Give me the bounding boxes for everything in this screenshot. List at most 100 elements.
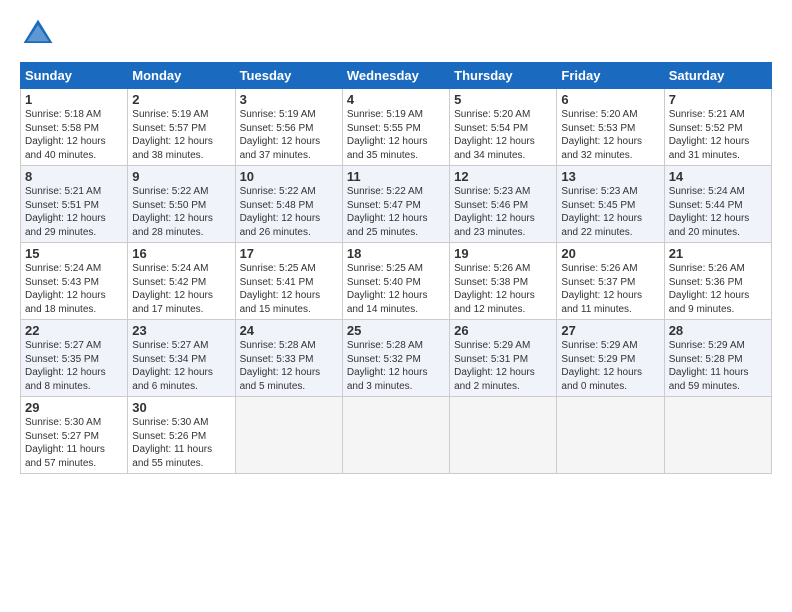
calendar-day-cell: 4 Sunrise: 5:19 AM Sunset: 5:55 PM Dayli… (342, 89, 449, 166)
calendar-day-cell: 6 Sunrise: 5:20 AM Sunset: 5:53 PM Dayli… (557, 89, 664, 166)
day-number: 5 (454, 92, 552, 107)
calendar-day-cell: 19 Sunrise: 5:26 AM Sunset: 5:38 PM Dayl… (450, 243, 557, 320)
day-info: Sunrise: 5:24 AM Sunset: 5:43 PM Dayligh… (25, 262, 123, 316)
calendar-day-cell: 30 Sunrise: 5:30 AM Sunset: 5:26 PM Dayl… (128, 397, 235, 474)
calendar-day-cell: 16 Sunrise: 5:24 AM Sunset: 5:42 PM Dayl… (128, 243, 235, 320)
day-number: 22 (25, 323, 123, 338)
day-info: Sunrise: 5:30 AM Sunset: 5:27 PM Dayligh… (25, 416, 123, 470)
day-number: 8 (25, 169, 123, 184)
day-info: Sunrise: 5:29 AM Sunset: 5:31 PM Dayligh… (454, 339, 552, 393)
day-number: 27 (561, 323, 659, 338)
calendar-week-row: 1 Sunrise: 5:18 AM Sunset: 5:58 PM Dayli… (21, 89, 772, 166)
day-info: Sunrise: 5:21 AM Sunset: 5:51 PM Dayligh… (25, 185, 123, 239)
day-info: Sunrise: 5:24 AM Sunset: 5:44 PM Dayligh… (669, 185, 767, 239)
day-number: 23 (132, 323, 230, 338)
day-info: Sunrise: 5:23 AM Sunset: 5:46 PM Dayligh… (454, 185, 552, 239)
calendar-day-cell: 24 Sunrise: 5:28 AM Sunset: 5:33 PM Dayl… (235, 320, 342, 397)
day-number: 17 (240, 246, 338, 261)
calendar-day-cell: 26 Sunrise: 5:29 AM Sunset: 5:31 PM Dayl… (450, 320, 557, 397)
day-number: 26 (454, 323, 552, 338)
day-info: Sunrise: 5:20 AM Sunset: 5:54 PM Dayligh… (454, 108, 552, 162)
page: SundayMondayTuesdayWednesdayThursdayFrid… (0, 0, 792, 484)
calendar-day-cell: 2 Sunrise: 5:19 AM Sunset: 5:57 PM Dayli… (128, 89, 235, 166)
calendar-day-cell: 7 Sunrise: 5:21 AM Sunset: 5:52 PM Dayli… (664, 89, 771, 166)
day-number: 12 (454, 169, 552, 184)
weekday-header: Tuesday (235, 63, 342, 89)
day-info: Sunrise: 5:26 AM Sunset: 5:36 PM Dayligh… (669, 262, 767, 316)
day-number: 29 (25, 400, 123, 415)
day-number: 28 (669, 323, 767, 338)
calendar-day-cell: 17 Sunrise: 5:25 AM Sunset: 5:41 PM Dayl… (235, 243, 342, 320)
header (20, 16, 772, 52)
day-info: Sunrise: 5:23 AM Sunset: 5:45 PM Dayligh… (561, 185, 659, 239)
day-number: 20 (561, 246, 659, 261)
day-info: Sunrise: 5:25 AM Sunset: 5:40 PM Dayligh… (347, 262, 445, 316)
calendar-day-cell: 23 Sunrise: 5:27 AM Sunset: 5:34 PM Dayl… (128, 320, 235, 397)
weekday-header: Sunday (21, 63, 128, 89)
calendar-day-cell: 14 Sunrise: 5:24 AM Sunset: 5:44 PM Dayl… (664, 166, 771, 243)
calendar-day-cell: 25 Sunrise: 5:28 AM Sunset: 5:32 PM Dayl… (342, 320, 449, 397)
day-number: 4 (347, 92, 445, 107)
day-info: Sunrise: 5:22 AM Sunset: 5:50 PM Dayligh… (132, 185, 230, 239)
day-info: Sunrise: 5:19 AM Sunset: 5:55 PM Dayligh… (347, 108, 445, 162)
day-info: Sunrise: 5:22 AM Sunset: 5:47 PM Dayligh… (347, 185, 445, 239)
weekday-header: Monday (128, 63, 235, 89)
day-number: 16 (132, 246, 230, 261)
logo-icon (20, 16, 56, 52)
calendar-day-cell: 10 Sunrise: 5:22 AM Sunset: 5:48 PM Dayl… (235, 166, 342, 243)
day-number: 15 (25, 246, 123, 261)
calendar-day-cell (342, 397, 449, 474)
day-number: 25 (347, 323, 445, 338)
calendar-week-row: 22 Sunrise: 5:27 AM Sunset: 5:35 PM Dayl… (21, 320, 772, 397)
day-number: 30 (132, 400, 230, 415)
calendar-day-cell: 15 Sunrise: 5:24 AM Sunset: 5:43 PM Dayl… (21, 243, 128, 320)
day-info: Sunrise: 5:20 AM Sunset: 5:53 PM Dayligh… (561, 108, 659, 162)
day-number: 7 (669, 92, 767, 107)
calendar-day-cell (450, 397, 557, 474)
logo (20, 16, 60, 52)
calendar-day-cell: 12 Sunrise: 5:23 AM Sunset: 5:46 PM Dayl… (450, 166, 557, 243)
calendar-header-row: SundayMondayTuesdayWednesdayThursdayFrid… (21, 63, 772, 89)
weekday-header: Friday (557, 63, 664, 89)
day-number: 11 (347, 169, 445, 184)
weekday-header: Saturday (664, 63, 771, 89)
day-info: Sunrise: 5:26 AM Sunset: 5:37 PM Dayligh… (561, 262, 659, 316)
day-info: Sunrise: 5:29 AM Sunset: 5:29 PM Dayligh… (561, 339, 659, 393)
calendar-day-cell: 3 Sunrise: 5:19 AM Sunset: 5:56 PM Dayli… (235, 89, 342, 166)
calendar-day-cell (664, 397, 771, 474)
day-number: 18 (347, 246, 445, 261)
day-info: Sunrise: 5:27 AM Sunset: 5:34 PM Dayligh… (132, 339, 230, 393)
day-number: 3 (240, 92, 338, 107)
day-number: 24 (240, 323, 338, 338)
day-info: Sunrise: 5:29 AM Sunset: 5:28 PM Dayligh… (669, 339, 767, 393)
calendar-day-cell: 5 Sunrise: 5:20 AM Sunset: 5:54 PM Dayli… (450, 89, 557, 166)
day-info: Sunrise: 5:24 AM Sunset: 5:42 PM Dayligh… (132, 262, 230, 316)
calendar-day-cell: 13 Sunrise: 5:23 AM Sunset: 5:45 PM Dayl… (557, 166, 664, 243)
calendar-day-cell: 11 Sunrise: 5:22 AM Sunset: 5:47 PM Dayl… (342, 166, 449, 243)
day-number: 14 (669, 169, 767, 184)
day-number: 10 (240, 169, 338, 184)
day-number: 21 (669, 246, 767, 261)
day-number: 19 (454, 246, 552, 261)
day-info: Sunrise: 5:28 AM Sunset: 5:33 PM Dayligh… (240, 339, 338, 393)
day-info: Sunrise: 5:18 AM Sunset: 5:58 PM Dayligh… (25, 108, 123, 162)
calendar-day-cell: 27 Sunrise: 5:29 AM Sunset: 5:29 PM Dayl… (557, 320, 664, 397)
day-info: Sunrise: 5:19 AM Sunset: 5:57 PM Dayligh… (132, 108, 230, 162)
day-info: Sunrise: 5:19 AM Sunset: 5:56 PM Dayligh… (240, 108, 338, 162)
day-info: Sunrise: 5:21 AM Sunset: 5:52 PM Dayligh… (669, 108, 767, 162)
calendar-week-row: 8 Sunrise: 5:21 AM Sunset: 5:51 PM Dayli… (21, 166, 772, 243)
day-number: 6 (561, 92, 659, 107)
calendar-day-cell: 9 Sunrise: 5:22 AM Sunset: 5:50 PM Dayli… (128, 166, 235, 243)
calendar-day-cell (235, 397, 342, 474)
weekday-header: Wednesday (342, 63, 449, 89)
calendar-day-cell: 28 Sunrise: 5:29 AM Sunset: 5:28 PM Dayl… (664, 320, 771, 397)
calendar-day-cell: 22 Sunrise: 5:27 AM Sunset: 5:35 PM Dayl… (21, 320, 128, 397)
calendar-table: SundayMondayTuesdayWednesdayThursdayFrid… (20, 62, 772, 474)
calendar-week-row: 29 Sunrise: 5:30 AM Sunset: 5:27 PM Dayl… (21, 397, 772, 474)
day-info: Sunrise: 5:28 AM Sunset: 5:32 PM Dayligh… (347, 339, 445, 393)
day-info: Sunrise: 5:27 AM Sunset: 5:35 PM Dayligh… (25, 339, 123, 393)
day-number: 9 (132, 169, 230, 184)
day-info: Sunrise: 5:30 AM Sunset: 5:26 PM Dayligh… (132, 416, 230, 470)
calendar-day-cell (557, 397, 664, 474)
day-info: Sunrise: 5:26 AM Sunset: 5:38 PM Dayligh… (454, 262, 552, 316)
